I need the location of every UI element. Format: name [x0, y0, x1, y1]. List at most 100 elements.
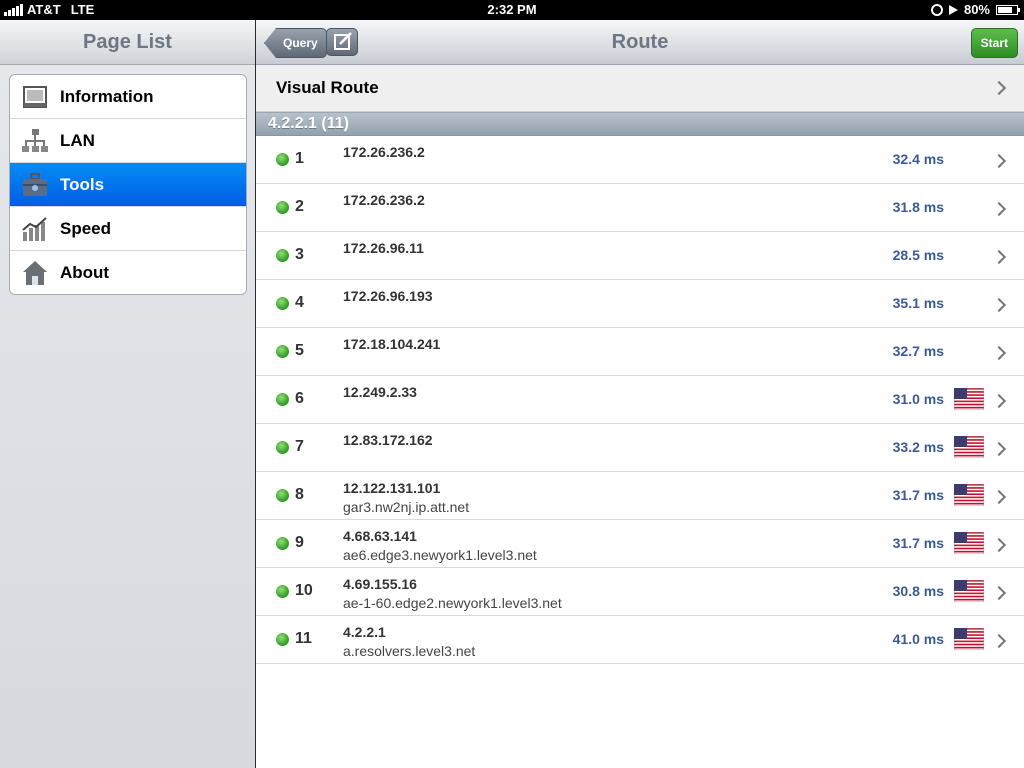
hop-latency: 32.7 ms [892, 343, 944, 359]
hop-ip: 172.26.236.2 [343, 144, 425, 160]
hop-row[interactable]: 3 172.26.96.11 28.5 ms [256, 232, 1024, 280]
hop-number: 4 [295, 294, 304, 311]
hop-row[interactable]: 6 12.249.2.33 31.0 ms [256, 376, 1024, 424]
hop-latency: 31.8 ms [892, 199, 944, 215]
visual-route-label: Visual Route [276, 78, 379, 97]
chevron-right-icon [991, 585, 1007, 601]
hop-number: 5 [295, 342, 304, 359]
status-ok-icon [276, 537, 289, 550]
hop-number: 9 [295, 534, 304, 551]
hop-ip: 4.2.2.1 [343, 624, 386, 640]
play-icon [948, 4, 958, 15]
hop-latency: 33.2 ms [892, 439, 944, 455]
hop-number: 8 [295, 486, 304, 503]
home-icon [22, 260, 48, 286]
status-ok-icon [276, 489, 289, 502]
toolbox-icon [22, 172, 48, 198]
rotation-lock-icon [930, 3, 943, 16]
hop-row[interactable]: 4 172.26.96.193 35.1 ms [256, 280, 1024, 328]
menu-item-speed[interactable]: Speed [10, 207, 246, 251]
chevron-right-icon [991, 345, 1007, 361]
hop-ip: 172.26.96.193 [343, 288, 433, 304]
status-ok-icon [276, 153, 289, 166]
route-section-header: 4.2.2.1 (11) [256, 112, 1024, 136]
menu-item-lan[interactable]: LAN [10, 119, 246, 163]
hop-ip: 172.26.236.2 [343, 192, 425, 208]
us-flag-icon [953, 483, 985, 507]
status-ok-icon [276, 297, 289, 310]
hop-list: 1 172.26.236.2 32.4 ms 2 172.26.236.2 31.8 ms… [256, 136, 1024, 664]
hop-row[interactable]: 1 172.26.236.2 32.4 ms [256, 136, 1024, 184]
chevron-right-icon [991, 297, 1007, 313]
battery-percent: 80% [963, 2, 990, 17]
hop-hostname: ae6.edge3.newyork1.level3.net [343, 547, 537, 563]
hop-ip: 4.69.155.16 [343, 576, 417, 592]
page-title: Route [611, 31, 669, 53]
hop-number: 1 [295, 150, 304, 167]
hop-hostname: a.resolvers.level3.net [343, 643, 476, 659]
menu-item-label: Speed [60, 218, 112, 238]
hop-ip: 12.249.2.33 [343, 384, 417, 400]
battery-icon [996, 4, 1020, 15]
status-ok-icon [276, 441, 289, 454]
hop-ip: 12.122.131.101 [343, 480, 441, 496]
menu-item-about[interactable]: About [10, 251, 246, 294]
hop-row[interactable]: 2 172.26.236.2 31.8 ms [256, 184, 1024, 232]
us-flag-icon [953, 627, 985, 651]
page-list-menu: Information LAN Tools Speed About [9, 74, 247, 295]
us-flag-icon [953, 435, 985, 459]
us-flag-icon [953, 579, 985, 603]
hop-latency: 31.7 ms [892, 487, 944, 503]
menu-item-label: Information [60, 86, 154, 106]
hop-row[interactable]: 10 4.69.155.16 ae-1-60.edge2.newyork1.leve… [256, 568, 1024, 616]
hop-row[interactable]: 8 12.122.131.101 gar3.nw2nj.ip.att.net 31.7… [256, 472, 1024, 520]
hop-row[interactable]: 7 12.83.172.162 33.2 ms [256, 424, 1024, 472]
hop-ip: 4.68.63.141 [343, 528, 417, 544]
hop-row[interactable]: 9 4.68.63.141 ae6.edge3.newyork1.level3.ne… [256, 520, 1024, 568]
status-ok-icon [276, 249, 289, 262]
status-ok-icon [276, 585, 289, 598]
menu-item-tools[interactable]: Tools [10, 163, 246, 207]
chevron-right-icon [991, 201, 1007, 217]
information-icon [22, 84, 48, 110]
status-bar: AT&T LTE 2:32 PM 80% [0, 0, 1024, 20]
visual-route-row[interactable]: Visual Route [256, 65, 1024, 112]
hop-latency: 32.4 ms [892, 151, 944, 167]
hop-row[interactable]: 11 4.2.2.1 a.resolvers.level3.net 41.0 ms [256, 616, 1024, 664]
hop-latency: 35.1 ms [892, 295, 944, 311]
page-list-title: Page List [0, 20, 255, 65]
hop-ip: 172.26.96.11 [343, 240, 424, 256]
hop-number: 2 [295, 198, 304, 215]
network-icon [22, 128, 48, 154]
hop-latency: 31.7 ms [892, 535, 944, 551]
hop-number: 6 [295, 390, 304, 407]
chevron-right-icon [991, 537, 1007, 553]
chevron-right-icon [991, 489, 1007, 505]
hop-ip: 12.83.172.162 [343, 432, 433, 448]
chevron-right-icon [991, 80, 1007, 96]
speed-chart-icon [22, 216, 48, 242]
us-flag-icon [953, 387, 985, 411]
hop-ip: 172.18.104.241 [343, 336, 441, 352]
status-ok-icon [276, 345, 289, 358]
hop-latency: 30.8 ms [892, 583, 944, 599]
status-ok-icon [276, 633, 289, 646]
chevron-right-icon [991, 249, 1007, 265]
status-ok-icon [276, 201, 289, 214]
route-panel: Query Route Start Visual Route 4.2.2.1 (… [256, 20, 1024, 768]
page-list-panel: Page List Information LAN Tools Speed Ab… [0, 20, 255, 768]
status-time: 2:32 PM [487, 2, 537, 17]
chevron-right-icon [991, 441, 1007, 457]
menu-item-information[interactable]: Information [10, 75, 246, 119]
chevron-right-icon [991, 633, 1007, 649]
hop-number: 7 [295, 438, 304, 455]
menu-item-label: About [60, 262, 110, 282]
start-button[interactable]: Start [970, 28, 1018, 58]
chevron-right-icon [991, 153, 1007, 169]
hop-row[interactable]: 5 172.18.104.241 32.7 ms [256, 328, 1024, 376]
hop-latency: 28.5 ms [892, 247, 944, 263]
hop-number: 10 [295, 582, 313, 599]
us-flag-icon [953, 531, 985, 555]
hop-latency: 31.0 ms [892, 391, 944, 407]
hop-number: 3 [295, 246, 304, 263]
